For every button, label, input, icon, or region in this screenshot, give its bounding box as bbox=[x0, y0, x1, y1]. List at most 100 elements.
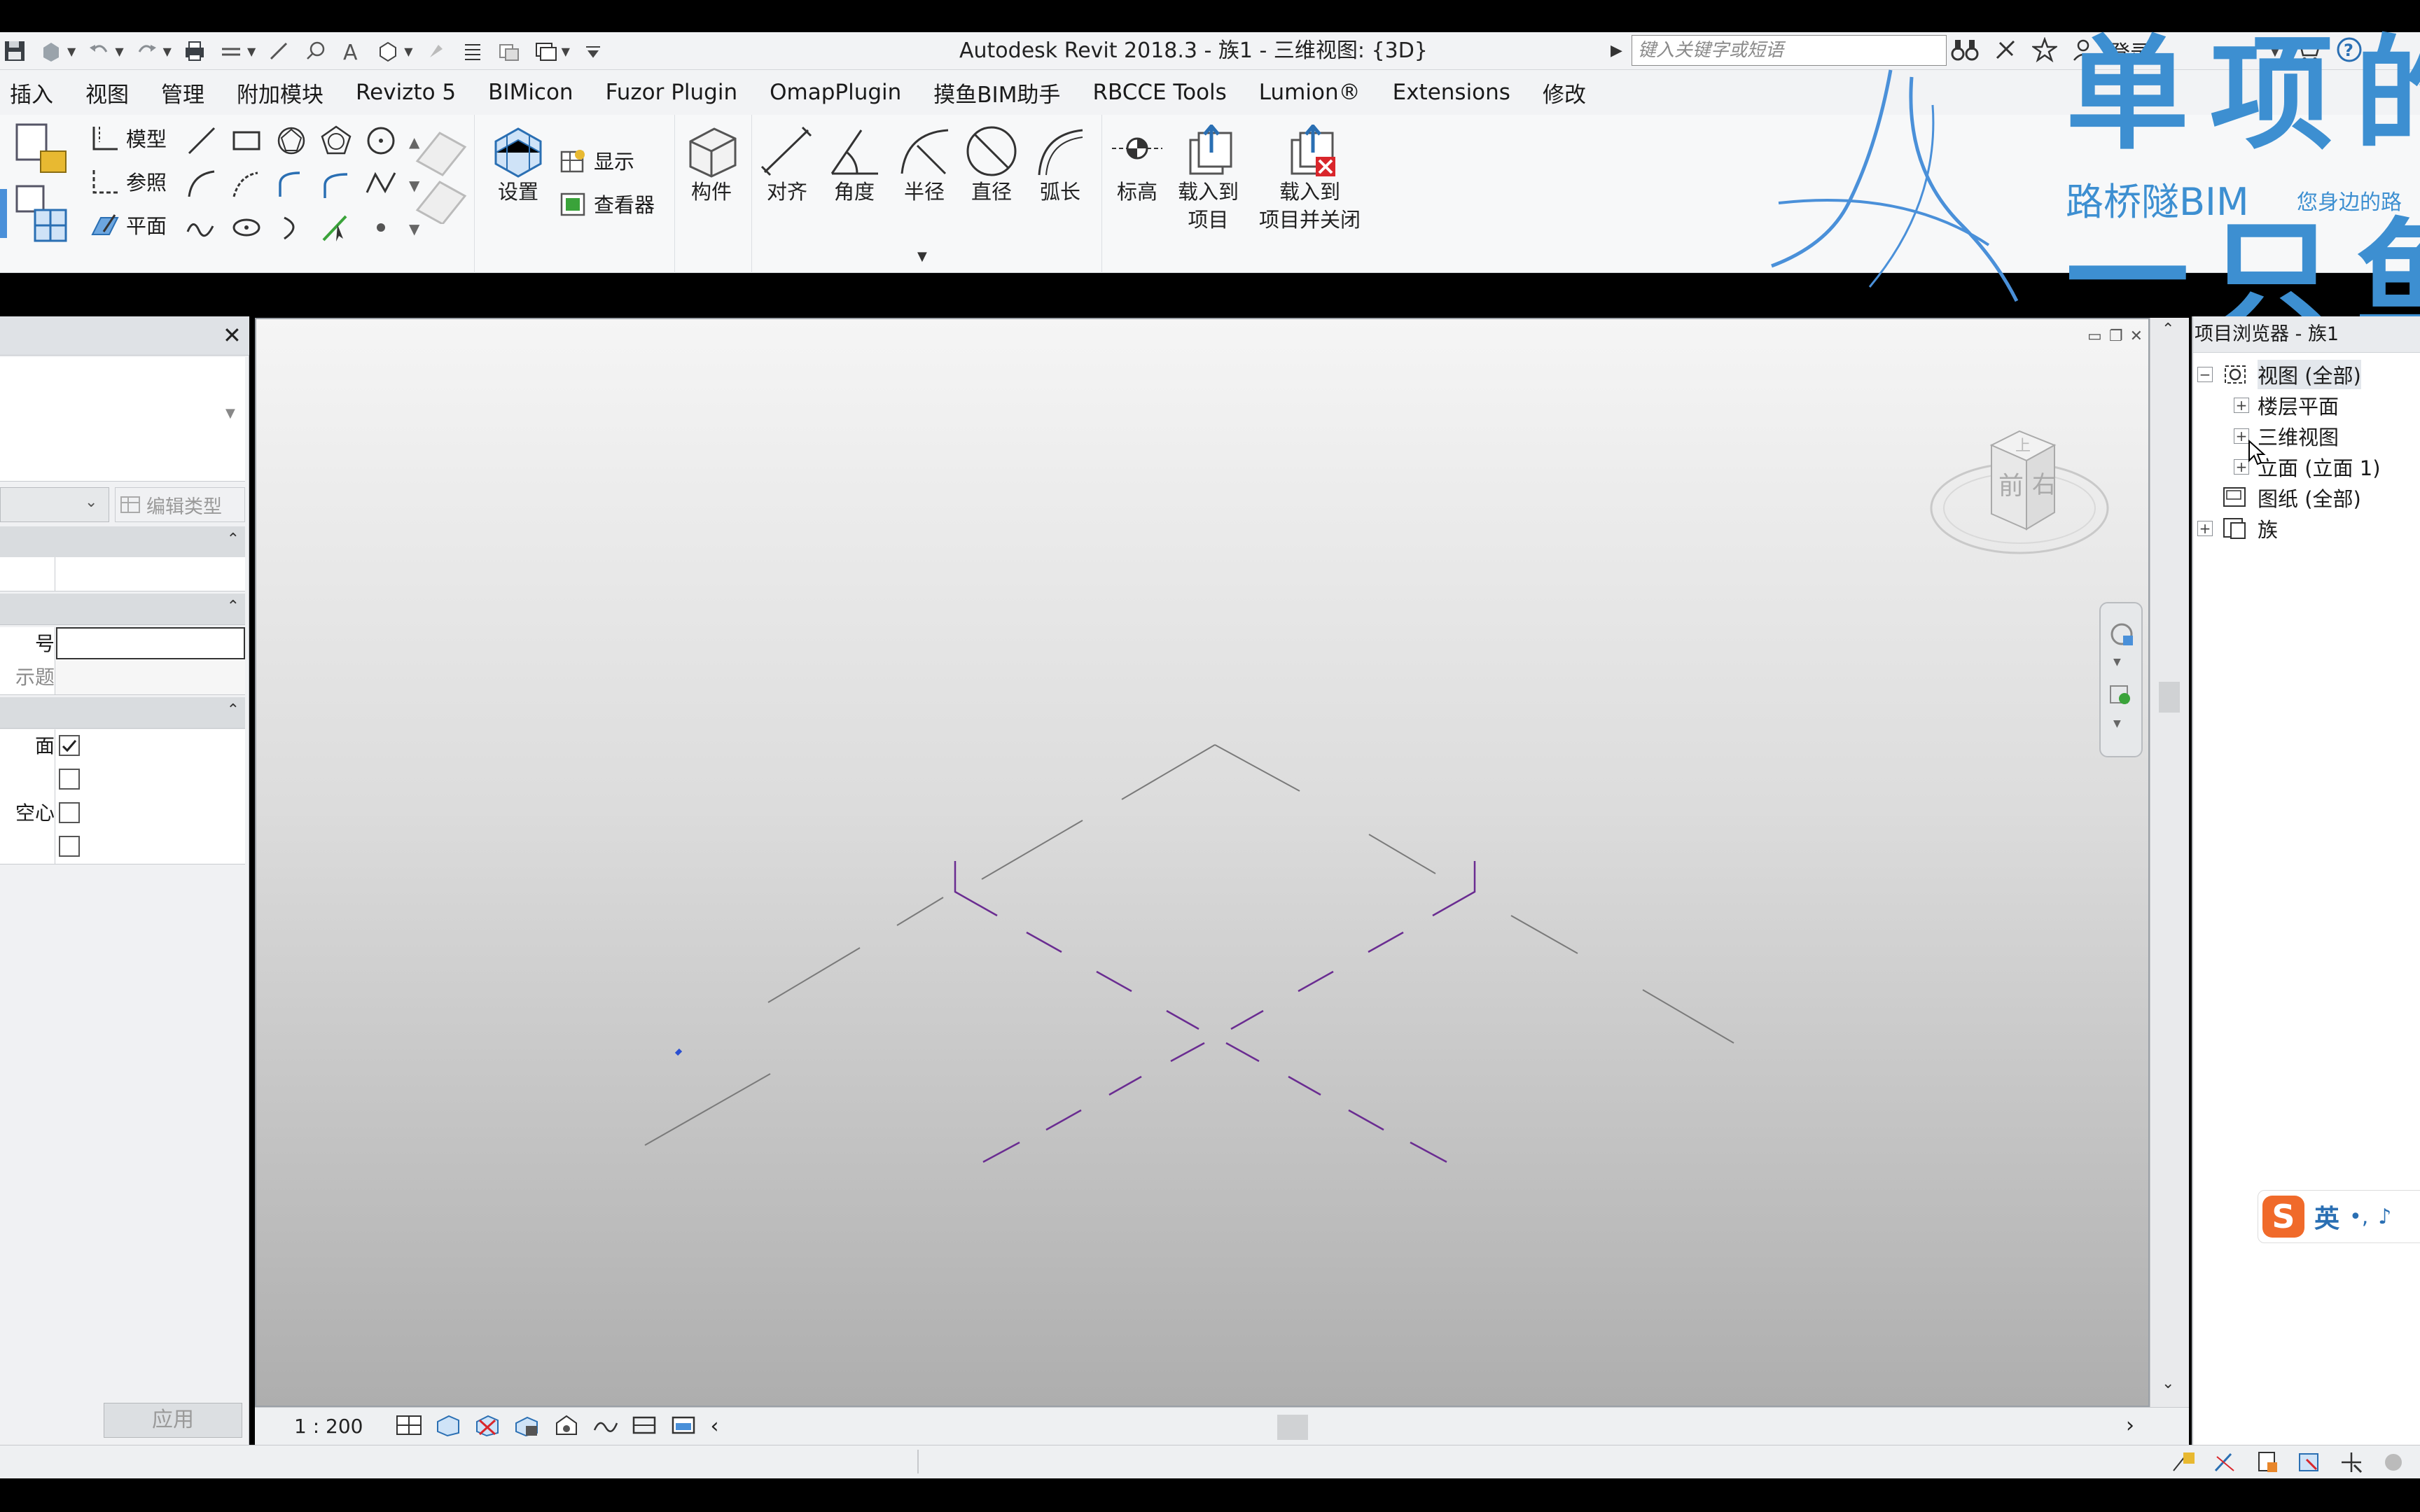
tab-lumion[interactable]: Lumion® bbox=[1259, 80, 1361, 105]
set-work-plane-button[interactable]: 设置 bbox=[492, 125, 545, 206]
expand-icon[interactable]: + bbox=[2234, 398, 2249, 413]
circle-icon[interactable] bbox=[364, 124, 398, 160]
chevron-down-icon[interactable]: ▼ bbox=[2113, 657, 2121, 668]
tab-manage[interactable]: 管理 bbox=[161, 77, 204, 108]
expand-icon[interactable]: + bbox=[2197, 521, 2213, 536]
spline-curve-icon[interactable] bbox=[185, 211, 218, 247]
dimension-icon[interactable] bbox=[265, 38, 292, 64]
detail-level-icon[interactable] bbox=[396, 1413, 422, 1440]
point-element-icon[interactable] bbox=[364, 211, 398, 247]
switch-windows-icon[interactable] bbox=[532, 38, 559, 64]
chevron-down-icon[interactable]: ▼ bbox=[247, 45, 256, 58]
close-icon[interactable]: ✕ bbox=[223, 322, 242, 349]
steering-wheel-icon[interactable] bbox=[2108, 622, 2136, 652]
tab-extensions[interactable]: Extensions bbox=[1393, 80, 1510, 105]
tab-moyu-bim[interactable]: 摸鱼BIM助手 bbox=[933, 77, 1060, 108]
property-checkbox[interactable] bbox=[59, 836, 80, 857]
section-header[interactable]: ⌃ bbox=[0, 697, 245, 729]
tree-views-all[interactable]: − 视图 (全部) bbox=[2197, 360, 2361, 389]
apply-button[interactable]: 应用 bbox=[104, 1403, 242, 1438]
scroll-right-icon[interactable]: › bbox=[2126, 1413, 2134, 1438]
aligned-dimension-button[interactable]: 对齐 bbox=[759, 125, 815, 206]
scroll-down-icon[interactable]: ⌄ bbox=[2162, 1375, 2174, 1392]
tab-view[interactable]: 视图 bbox=[85, 77, 129, 108]
vertical-scrollbar[interactable]: ⌃ ⌄ bbox=[2150, 318, 2189, 1407]
instance-filter-dropdown[interactable]: ⌄ bbox=[0, 487, 109, 522]
chevron-down-icon[interactable]: ▼ bbox=[225, 406, 235, 421]
chevron-down-icon[interactable]: ▼ bbox=[163, 45, 172, 58]
undo-icon[interactable] bbox=[85, 38, 112, 64]
pick-lines-icon[interactable] bbox=[319, 211, 353, 247]
thin-lines-icon[interactable] bbox=[459, 38, 486, 64]
select-links-icon[interactable] bbox=[2171, 1450, 2197, 1478]
measure-icon[interactable] bbox=[218, 38, 244, 64]
arc-length-dimension-button[interactable]: 弧长 bbox=[1032, 125, 1088, 206]
section-icon[interactable] bbox=[423, 38, 450, 64]
viewcube[interactable]: 上 前 右 bbox=[1928, 424, 2110, 567]
panel-expand-icon[interactable]: ▼ bbox=[917, 249, 927, 264]
ellipse-icon[interactable] bbox=[230, 211, 263, 247]
chevron-down-icon[interactable]: ▼ bbox=[404, 45, 412, 58]
binoculars-icon[interactable] bbox=[1951, 37, 1979, 65]
print-icon[interactable] bbox=[181, 38, 208, 64]
show-work-plane-button[interactable]: 显示 bbox=[559, 146, 634, 175]
property-checkbox[interactable] bbox=[59, 802, 80, 823]
shadows-icon[interactable] bbox=[513, 1413, 540, 1440]
component-button[interactable]: 构件 bbox=[683, 122, 739, 206]
reference-line-button[interactable]: 参照 bbox=[90, 167, 167, 196]
scroll-left-icon[interactable]: ‹ bbox=[711, 1414, 719, 1438]
expand-arrow-icon[interactable]: ▶ bbox=[1611, 42, 1622, 59]
tab-fuzor[interactable]: Fuzor Plugin bbox=[606, 80, 738, 105]
diameter-dimension-button[interactable]: 直径 bbox=[964, 125, 1020, 206]
chevron-down-icon[interactable]: ▼ bbox=[115, 45, 123, 58]
visual-style-icon[interactable] bbox=[435, 1413, 461, 1440]
type-selector[interactable]: ▼ bbox=[0, 357, 245, 482]
inscribed-polygon-icon[interactable] bbox=[274, 124, 308, 160]
redo-icon[interactable] bbox=[134, 38, 160, 64]
close-hidden-icon[interactable] bbox=[496, 38, 522, 64]
tab-revizto[interactable]: Revizto 5 bbox=[356, 80, 456, 105]
text-icon[interactable]: A bbox=[338, 38, 365, 64]
angular-dimension-button[interactable]: 角度 bbox=[826, 125, 882, 206]
property-value-input[interactable] bbox=[56, 627, 245, 659]
render-icon[interactable] bbox=[552, 1413, 579, 1440]
zoom-icon[interactable] bbox=[2108, 682, 2136, 713]
show-crop-icon[interactable] bbox=[631, 1413, 658, 1440]
tree-families[interactable]: + 族 bbox=[2197, 514, 2278, 543]
ime-toolbar[interactable]: S 英 •, ♪ bbox=[2258, 1190, 2420, 1243]
model-line-button[interactable]: 模型 bbox=[90, 123, 167, 153]
tab-addins[interactable]: 附加模块 bbox=[237, 77, 324, 108]
sun-path-icon[interactable] bbox=[474, 1413, 501, 1440]
tree-sheets[interactable]: 图纸 (全部) bbox=[2221, 483, 2361, 512]
scroll-thumb[interactable] bbox=[2159, 682, 2180, 713]
select-pinned-icon[interactable] bbox=[2255, 1450, 2281, 1478]
tag-icon[interactable] bbox=[302, 38, 328, 64]
default-3d-view-icon[interactable] bbox=[375, 38, 401, 64]
horizontal-scroll-thumb[interactable] bbox=[1277, 1415, 1308, 1440]
partial-ellipse-icon[interactable] bbox=[274, 211, 308, 247]
tree-floor-plans[interactable]: + 楼层平面 bbox=[2234, 391, 2339, 420]
line-icon[interactable] bbox=[185, 124, 218, 160]
tab-insert[interactable]: 插入 bbox=[10, 77, 53, 108]
expand-icon[interactable]: + bbox=[2234, 428, 2249, 444]
load-into-project-and-close-button[interactable]: 载入到 项目并关闭 bbox=[1259, 125, 1361, 234]
chevron-down-icon[interactable]: ▼ bbox=[2113, 718, 2121, 729]
level-button[interactable]: 标高 bbox=[1109, 125, 1165, 206]
section-header[interactable]: ⌃ bbox=[0, 594, 245, 625]
rectangle-icon[interactable] bbox=[230, 124, 263, 160]
reference-plane-button[interactable]: 平面 bbox=[90, 210, 167, 239]
scroll-up-icon[interactable]: ⌃ bbox=[2162, 321, 2174, 338]
tab-bimicon[interactable]: BIMicon bbox=[488, 80, 573, 105]
drag-elements-icon[interactable] bbox=[2339, 1450, 2365, 1478]
load-into-project-button[interactable]: 载入到 项目 bbox=[1178, 125, 1239, 234]
tab-omap[interactable]: OmapPlugin bbox=[770, 80, 901, 105]
filter-icon[interactable] bbox=[2381, 1450, 2407, 1478]
temporary-hide-icon[interactable] bbox=[670, 1413, 697, 1440]
arc-start-end-icon[interactable] bbox=[185, 167, 218, 204]
subscription-icon[interactable] bbox=[1993, 37, 2018, 65]
customize-qat-icon[interactable] bbox=[580, 38, 606, 64]
crop-view-icon[interactable] bbox=[592, 1413, 618, 1440]
section-header[interactable]: ⌃ bbox=[0, 526, 245, 558]
radial-dimension-button[interactable]: 半径 bbox=[896, 125, 952, 206]
collapse-icon[interactable]: − bbox=[2197, 367, 2213, 382]
